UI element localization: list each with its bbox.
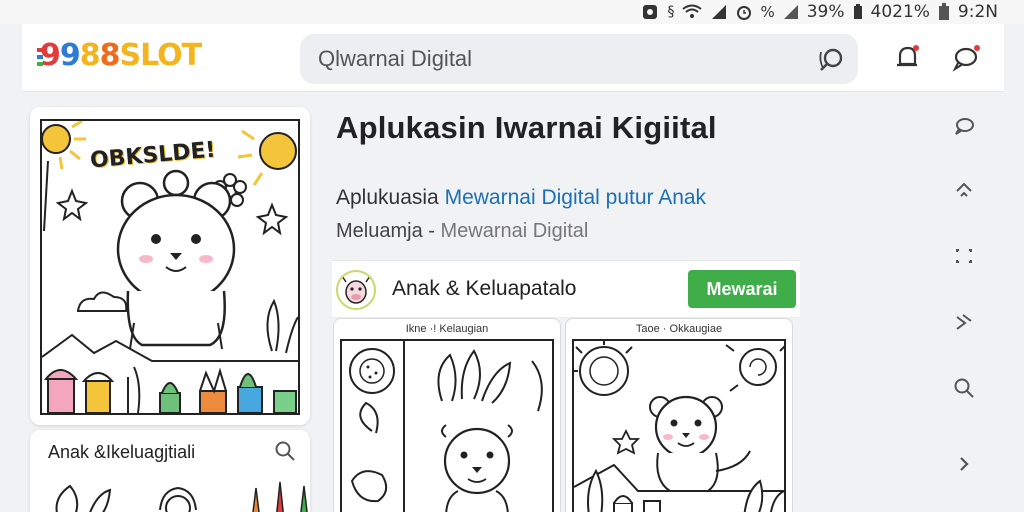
up-icon[interactable] — [953, 179, 975, 201]
author-name[interactable]: Anak & Keluapatalo — [392, 277, 576, 301]
category-title: Anak &Ikeluagjtiali — [48, 442, 196, 462]
alarm-icon — [737, 6, 752, 20]
next-action[interactable] — [948, 448, 980, 480]
expand-action[interactable] — [948, 240, 980, 272]
author-row: Anak & Keluapatalo Mewarai — [332, 260, 800, 318]
camera-icon — [643, 5, 658, 19]
page-title: Aplukasin Iwarnai Kigiital — [336, 110, 717, 145]
wifi-icon — [682, 4, 703, 18]
meta-prefix: Meluamja - — [336, 220, 441, 242]
logo-part: 9 — [59, 38, 81, 73]
data-usage: 4021% — [870, 2, 930, 22]
logo-mark-icon — [37, 48, 43, 66]
clock: 9:2N — [957, 2, 998, 22]
search-action[interactable] — [948, 372, 980, 404]
start-coloring-button[interactable]: Mewarai — [688, 270, 796, 308]
lion-illustration — [349, 341, 543, 512]
coloring-page-illustration: OBKSLDE! — [40, 119, 300, 415]
featured-coloring-card[interactable]: OBKSLDE! — [30, 107, 310, 425]
comment-action[interactable] — [948, 110, 980, 142]
messages-icon[interactable] — [952, 44, 982, 72]
page-illustration — [570, 337, 787, 512]
logo-part: 8 — [79, 38, 101, 73]
page-caption: Ikne ·! Kelaugian — [405, 323, 489, 335]
page-illustration — [340, 339, 554, 512]
battery-icon — [853, 4, 862, 19]
status-bar: § % 39% 4021% 9:2N — [0, 0, 1024, 24]
chevron-right-icon[interactable] — [953, 453, 975, 475]
battery-percent: 39% — [806, 2, 845, 22]
page-caption: Taoe · Okkaugiae — [635, 323, 723, 335]
cow-icon — [341, 275, 371, 304]
search-icon[interactable] — [953, 377, 975, 399]
meta-muted: Mewarnai Digital — [440, 220, 589, 242]
sync-icon: § — [667, 4, 675, 20]
subtitle-accent[interactable]: Mewarnai Digital — [445, 186, 600, 209]
subtitle-line: Aplukuasia Mewarnai Digital putur Anak — [336, 186, 706, 210]
category-card[interactable]: Anak &Ikeluagjtiali — [30, 430, 310, 512]
subtitle-suffix: putur Anak — [599, 186, 707, 209]
coloring-page-card[interactable]: Ikne ·! Kelaugian — [333, 318, 561, 512]
status-icons: § % 39% 4021% 9:2N — [641, 2, 998, 22]
meta-line: Meluamja - Mewarnai Digital — [336, 220, 588, 243]
battery2-icon — [938, 3, 949, 20]
bear-scene-illustration — [570, 337, 787, 512]
search-input[interactable] — [318, 34, 798, 84]
app-header: 9988SLOT — [22, 24, 1004, 92]
signal-icon — [712, 5, 727, 19]
leaf-doodle-icon — [55, 481, 308, 512]
search-icon[interactable] — [818, 46, 846, 74]
share-icon[interactable] — [953, 311, 975, 333]
logo-part: 8 — [99, 38, 121, 73]
coloring-page-card[interactable]: Taoe · Okkaugiae — [565, 318, 793, 512]
search-bar[interactable] — [300, 34, 858, 84]
brand-logo[interactable]: 9988SLOT — [37, 36, 203, 76]
author-avatar[interactable] — [336, 270, 376, 310]
signal2-icon — [783, 5, 798, 19]
share-action[interactable] — [948, 306, 980, 338]
notification-bell-icon[interactable] — [894, 44, 920, 72]
chat-icon[interactable] — [953, 115, 975, 137]
search-icon[interactable] — [274, 440, 296, 462]
subtitle-prefix: Aplukuasia — [336, 186, 445, 209]
expand-icon[interactable] — [953, 245, 975, 267]
upvote-action[interactable] — [948, 174, 980, 206]
logo-part: SLOT — [119, 38, 203, 73]
network-icon: % — [760, 3, 775, 21]
